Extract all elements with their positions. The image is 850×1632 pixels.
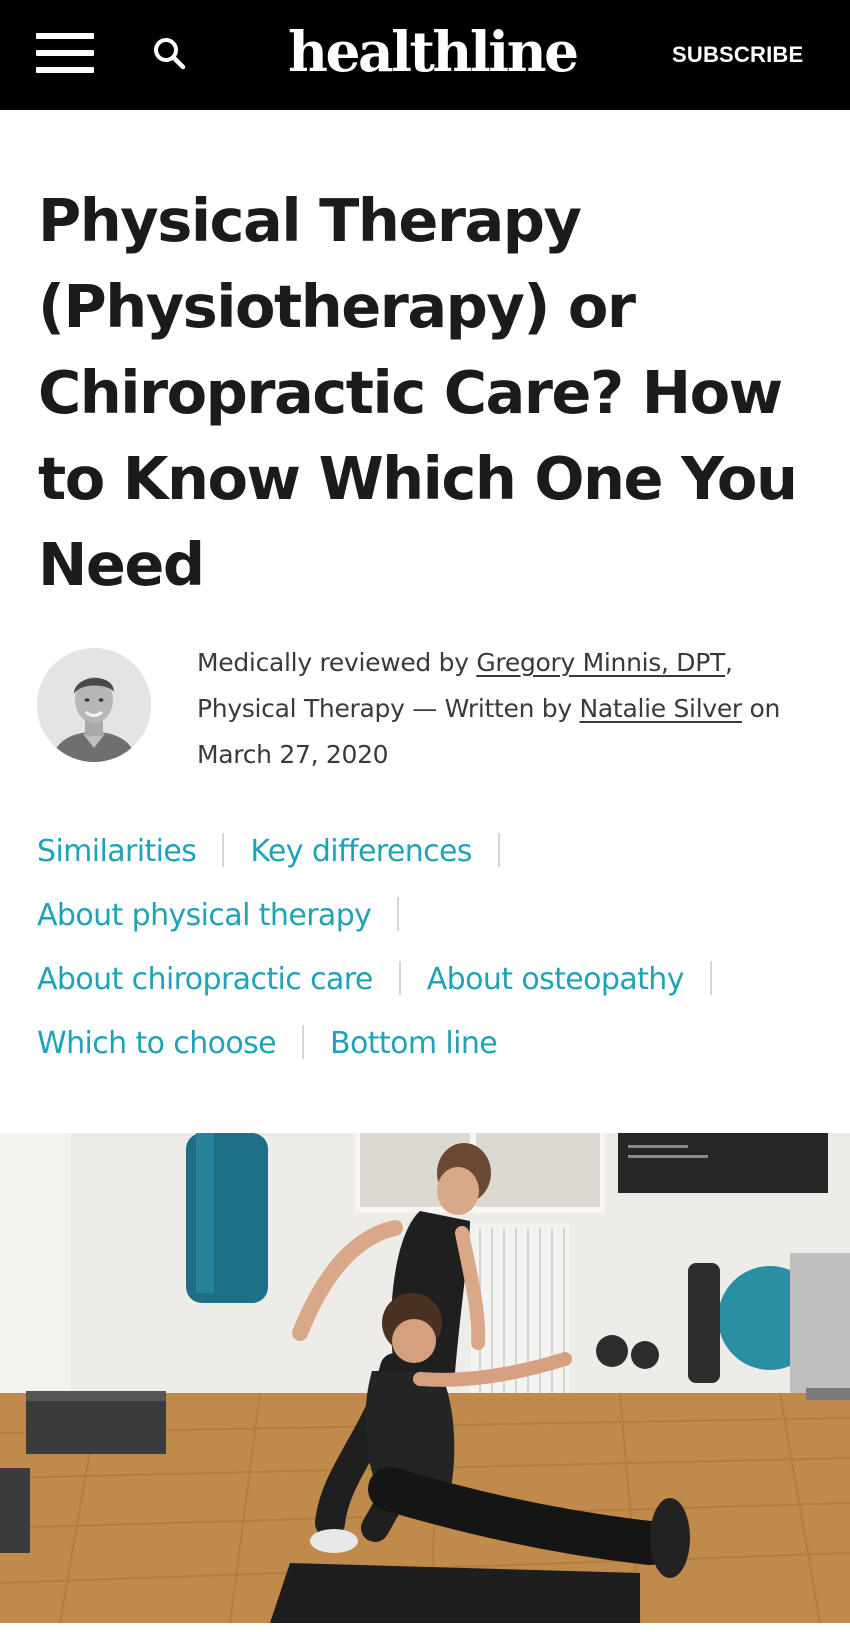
jump-link-about-physical-therapy[interactable]: About physical therapy — [37, 898, 372, 933]
physical-therapy-session-illustration — [0, 1133, 850, 1623]
reviewed-by-label: Medically reviewed by — [197, 648, 477, 677]
menu-line — [36, 67, 94, 73]
jump-link-about-chiropractic-care[interactable]: About chiropractic care — [37, 962, 373, 997]
divider — [222, 833, 225, 867]
jump-link-similarities[interactable]: Similarities — [37, 834, 197, 869]
jump-links-row: Similarities Key differences — [37, 820, 827, 884]
jump-link-which-to-choose[interactable]: Which to choose — [37, 1026, 277, 1061]
divider — [709, 961, 712, 995]
reviewer-link[interactable]: Gregory Minnis, DPT — [476, 648, 725, 677]
jump-links-row: About physical therapy — [37, 884, 827, 948]
reviewer-portrait-image — [37, 648, 151, 762]
article-byline: Medically reviewed by Gregory Minnis, DP… — [197, 640, 822, 778]
menu-line — [36, 50, 94, 56]
divider — [397, 897, 400, 931]
search-icon-glyph — [154, 38, 186, 70]
search-icon[interactable] — [150, 34, 190, 74]
menu-line — [36, 33, 94, 39]
divider — [497, 833, 500, 867]
subscribe-button[interactable]: SUBSCRIBE — [672, 40, 803, 70]
reviewer-avatar[interactable] — [37, 648, 151, 762]
jump-link-bottom-line[interactable]: Bottom line — [330, 1026, 498, 1061]
divider — [302, 1025, 305, 1059]
hamburger-menu-icon[interactable] — [36, 31, 94, 75]
author-link[interactable]: Natalie Silver — [580, 694, 743, 723]
jump-links-row: Which to choose Bottom line — [37, 1012, 827, 1076]
jump-links-row: About chiropractic care About osteopathy — [37, 948, 827, 1012]
hero-image — [0, 1133, 850, 1623]
healthline-logo[interactable]: healthline — [288, 17, 608, 87]
top-nav-bar: healthline SUBSCRIBE — [0, 0, 850, 110]
article-title: Physical Therapy (Physiotherapy) or Chir… — [38, 186, 798, 599]
divider — [398, 961, 401, 995]
jump-link-key-differences[interactable]: Key differences — [250, 834, 472, 869]
jump-link-about-osteopathy[interactable]: About osteopathy — [427, 962, 685, 997]
article-jump-links: Similarities Key differences About physic… — [37, 820, 827, 1076]
